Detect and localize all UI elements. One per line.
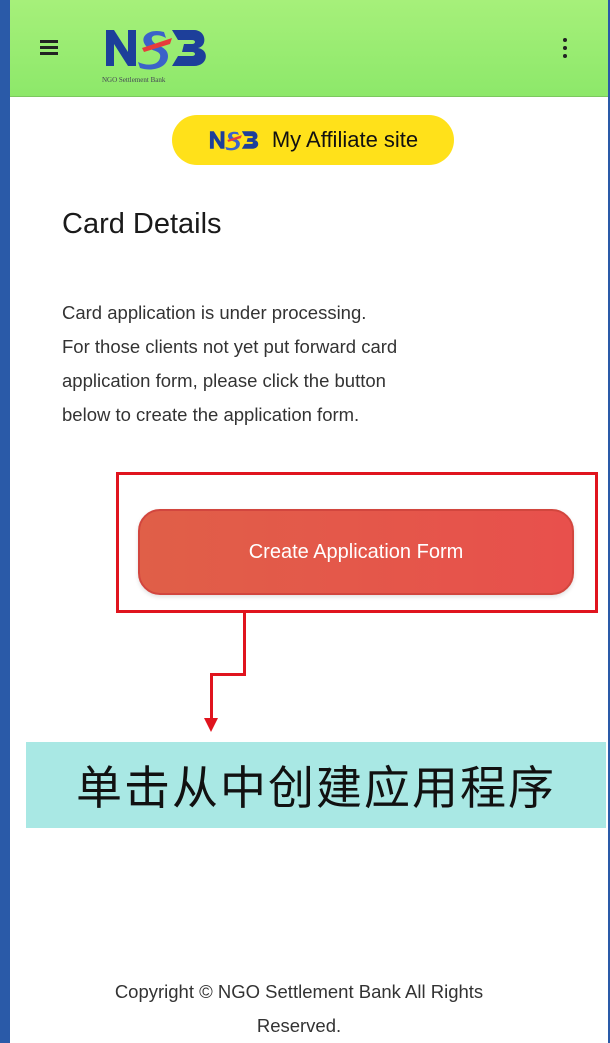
footer-line: Reserved. <box>256 1015 342 1036</box>
logo-subtitle: NGO Settlement Bank <box>102 76 166 84</box>
annotation-caption: 单击从中创建应用程序 <box>26 742 606 828</box>
affiliate-site-button[interactable]: My Affiliate site <box>172 115 454 165</box>
app-frame: NGO Settlement Bank My Affiliate site Ca… <box>10 0 608 1043</box>
top-app-bar: NGO Settlement Bank <box>10 0 608 97</box>
annotation-arrow-segment <box>243 613 246 676</box>
description-line: application form, please click the butto… <box>62 370 386 391</box>
page-title: Card Details <box>62 208 222 240</box>
affiliate-site-label: My Affiliate site <box>271 127 419 152</box>
annotation-arrow-segment <box>210 673 246 676</box>
annotation-arrow-segment <box>210 673 213 721</box>
arrow-down-icon <box>204 718 218 732</box>
card-description: Card application is under processing. Fo… <box>62 296 522 432</box>
create-application-form-button[interactable]: Create Application Form <box>138 509 574 595</box>
nsb-logo-icon <box>106 30 206 70</box>
nsb-small-logo-icon <box>209 131 259 151</box>
footer-copyright: Copyright © NGO Settlement Bank All Righ… <box>10 975 588 1043</box>
description-line: below to create the application form. <box>62 404 360 425</box>
description-line: Card application is under processing. <box>62 302 367 323</box>
hamburger-menu-icon[interactable] <box>40 40 58 55</box>
description-line: For those clients not yet put forward ca… <box>62 336 398 357</box>
kebab-menu-icon[interactable] <box>562 36 568 60</box>
nsb-logo[interactable]: NGO Settlement Bank <box>102 22 222 90</box>
footer-line: Copyright © NGO Settlement Bank All Righ… <box>114 981 484 1002</box>
